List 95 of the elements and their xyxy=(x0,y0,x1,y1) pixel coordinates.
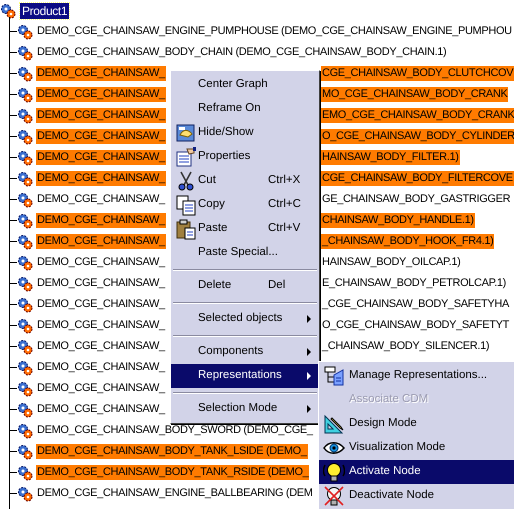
shortcut-label: Ctrl+X xyxy=(268,173,300,188)
gears-icon xyxy=(0,2,16,18)
menu-item[interactable]: Hide/Show xyxy=(171,121,319,145)
tree-node[interactable]: CGE_CHAINSAW_BODY_CLUTCHCOV xyxy=(321,66,514,81)
gears-icon xyxy=(17,464,33,480)
menu-item[interactable]: Selection Mode xyxy=(171,397,319,421)
gears-icon xyxy=(17,318,33,334)
gears-icon xyxy=(17,192,33,208)
tree-node[interactable]: DEMO_CGE_CHAINSAW_ENGINE_BALLBEARING (DEM xyxy=(36,486,314,501)
menu-item[interactable]: Activate Node xyxy=(319,460,514,484)
menu-item[interactable]: Components xyxy=(171,340,319,364)
menu-item[interactable]: Cut Ctrl+X xyxy=(171,169,319,193)
tree-node[interactable]: DEMO_CGE_CHAINSAW_ xyxy=(36,276,166,291)
clipboard-icon xyxy=(175,218,197,240)
menu-item[interactable]: Properties xyxy=(171,145,319,169)
tree-diagram-icon xyxy=(323,365,345,387)
gears-icon xyxy=(17,254,33,270)
tree-node[interactable]: DEMO_CGE_CHAINSAW_ xyxy=(36,234,166,249)
tree-node[interactable]: O_CGE_CHAINSAW_BODY_SAFETYT xyxy=(321,318,510,333)
submenu-arrow-icon xyxy=(307,405,311,413)
tree-node[interactable]: GE_CHAINSAW_BODY_GASTRIGGER xyxy=(321,192,512,207)
tree-node[interactable]: DEMO_CGE_CHAINSAW_ xyxy=(36,297,166,312)
tree-node[interactable]: DEMO_CGE_CHAINSAW_ xyxy=(36,381,166,396)
tree-node[interactable]: EMO_CGE_CHAINSAW_BODY_CRANK xyxy=(321,108,514,123)
tree-node[interactable]: _CHAINSAW_BODY_HOOK_FR4.1) xyxy=(321,234,494,249)
ruler-pencil-icon xyxy=(323,413,345,435)
tree-node[interactable]: DEMO_CGE_CHAINSAW_ xyxy=(36,150,166,165)
gears-icon xyxy=(17,444,33,460)
menu-item[interactable]: Copy Ctrl+C xyxy=(171,193,319,217)
menu-item[interactable]: Deactivate Node xyxy=(319,484,514,508)
menu-item[interactable]: Visualization Mode xyxy=(319,436,514,460)
gears-icon xyxy=(17,66,33,82)
tree-node[interactable]: DEMO_CGE_CHAINSAW_ xyxy=(36,129,166,144)
gears-icon xyxy=(17,108,33,124)
gears-icon xyxy=(17,276,33,292)
menu-item[interactable]: Paste Ctrl+V xyxy=(171,217,319,241)
submenu-arrow-icon xyxy=(307,315,311,323)
tree-node[interactable]: DEMO_CGE_CHAINSAW_ xyxy=(36,192,166,207)
lightbulb-icon xyxy=(323,461,345,483)
tree-node[interactable]: DEMO_CGE_CHAINSAW_ xyxy=(36,402,166,417)
gears-icon xyxy=(17,44,33,60)
tree-node[interactable]: DEMO_CGE_CHAINSAW_BODY_CHAIN (DEMO_CGE_CHAINSAW_BODY_CHAIN.1) xyxy=(36,45,448,60)
tree-node[interactable]: DEMO_CGE_CHAINSAW_ xyxy=(36,318,166,333)
tree-node[interactable]: CHAINSAW_BODY_HANDLE.1) xyxy=(321,213,475,228)
tree-node[interactable]: DEMO_CGE_CHAINSAW_ xyxy=(36,108,166,123)
gears-icon xyxy=(17,380,33,396)
tree-node[interactable]: HAINSAW_BODY_OILCAP.1) xyxy=(321,255,462,270)
tree-node[interactable]: DEMO_CGE_CHAINSAW_ xyxy=(36,255,166,270)
properties-icon xyxy=(175,146,197,168)
tree-node[interactable]: E_CHAINSAW_BODY_PETROLCAP.1) xyxy=(321,276,507,291)
menu-item[interactable]: Design Mode xyxy=(319,412,514,436)
tree-node[interactable]: DEMO_CGE_CHAINSAW_ xyxy=(36,66,166,81)
gears-icon xyxy=(17,402,33,418)
menu-item[interactable]: Reframe On xyxy=(171,97,319,121)
menu-item[interactable]: Paste Special... xyxy=(171,241,319,265)
hide-show-icon xyxy=(175,122,197,144)
tree-node[interactable]: DEMO_CGE_CHAINSAW_BODY_SWORD (DEMO_CGE_ xyxy=(36,423,314,438)
tree-node[interactable]: DEMO_CGE_CHAINSAW_BODY_TANK_LSIDE (DEMO_ xyxy=(36,444,308,459)
tree-node[interactable]: MO_CGE_CHAINSAW_BODY_CRANK xyxy=(321,87,508,102)
submenu-arrow-icon xyxy=(307,372,311,380)
gears-icon xyxy=(17,338,33,354)
gears-icon xyxy=(17,234,33,250)
tree-node[interactable]: DEMO_CGE_CHAINSAW_ xyxy=(36,87,166,102)
copy-icon xyxy=(175,194,197,216)
tree-node[interactable]: DEMO_CGE_CHAINSAW_ xyxy=(36,360,166,375)
gears-icon xyxy=(17,422,33,438)
gears-icon xyxy=(17,170,33,186)
tree-node[interactable]: HAINSAW_BODY_FILTER.1) xyxy=(321,150,460,165)
tree-node[interactable]: Product1 xyxy=(20,2,70,18)
menu-item[interactable]: Representations xyxy=(171,364,319,388)
gears-icon xyxy=(17,360,33,376)
shortcut-label: Ctrl+V xyxy=(268,221,300,236)
shortcut-label: Ctrl+C xyxy=(268,197,301,212)
gears-icon xyxy=(17,128,33,144)
tree-node[interactable]: _CHAINSAW_BODY_SILENCER.1) xyxy=(321,339,490,354)
gears-icon xyxy=(17,212,33,228)
menu-item[interactable]: Delete Del xyxy=(171,274,319,298)
tree-node[interactable]: DEMO_CGE_CHAINSAW_ xyxy=(36,339,166,354)
tree-node[interactable]: DEMO_CGE_CHAINSAW_ xyxy=(36,171,166,186)
submenu-arrow-icon xyxy=(307,348,311,356)
tree-node[interactable]: DEMO_CGE_CHAINSAW_BODY_TANK_RSIDE (DEMO_ xyxy=(36,465,310,480)
gears-icon xyxy=(17,486,33,502)
tree-node[interactable]: _CGE_CHAINSAW_BODY_SAFETYHA xyxy=(321,297,510,312)
tree-node[interactable]: O_CGE_CHAINSAW_BODY_CYLINDER xyxy=(321,129,514,144)
gears-icon xyxy=(17,24,33,40)
tree-node[interactable]: DEMO_CGE_CHAINSAW_ xyxy=(36,213,166,228)
shortcut-label: Del xyxy=(268,278,286,294)
menu-item[interactable]: Center Graph xyxy=(171,73,319,97)
tree-node[interactable]: CGE_CHAINSAW_BODY_FILTERCOVE xyxy=(321,171,514,186)
menu-item[interactable]: Manage Representations... xyxy=(319,364,514,388)
gears-icon xyxy=(17,296,33,312)
gears-icon xyxy=(17,86,33,102)
gears-icon xyxy=(17,150,33,166)
tree-node[interactable]: DEMO_CGE_CHAINSAW_ENGINE_PUMPHOUSE (DEMO_CGE_CHAINSAW_ENGINE_PUMPHOU xyxy=(36,24,513,39)
menu-item[interactable]: Selected objects xyxy=(171,307,319,331)
